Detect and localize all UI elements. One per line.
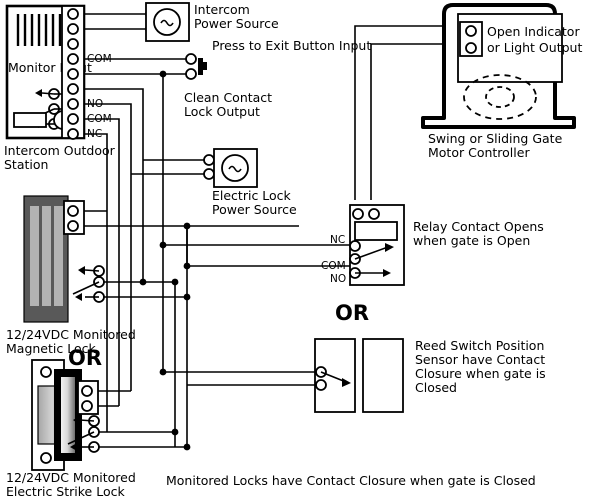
lock-power-caption-line2: Power Source xyxy=(212,202,297,217)
gate-output-label-line1: Open Indicator xyxy=(487,24,580,39)
electric-strike-lock-icon xyxy=(31,359,82,471)
electric-strike-lock[interactable]: 12/24VDC Monitored Electric Strike Lock xyxy=(6,359,136,499)
reed-caption-line2: Sensor have Contact xyxy=(415,352,545,367)
magnetic-lock[interactable]: 12/24VDC Monitored Magnetic Lock xyxy=(6,195,136,356)
press-to-exit-label: Press to Exit Button Input xyxy=(212,38,371,53)
electric-lock-power-source: Electric Lock Power Source xyxy=(203,148,297,217)
or-label-center: OR xyxy=(335,301,369,325)
clean-contact-line1: Clean Contact xyxy=(184,90,272,105)
nameplate-icon xyxy=(13,112,47,128)
reed-caption-line4: Closed xyxy=(415,380,457,395)
intercom-caption-line1: Intercom Outdoor xyxy=(4,143,116,158)
clean-contact-line2: Lock Output xyxy=(184,104,260,119)
magnetic-lock-icon xyxy=(23,195,69,323)
terminal-label-no: NO xyxy=(87,98,103,110)
strike-caption-line1: 12/24VDC Monitored xyxy=(6,470,136,485)
relay-module[interactable]: NC COM NO Relay Contact Opens when gate … xyxy=(321,204,544,286)
lock-power-caption-line1: Electric Lock xyxy=(212,188,292,203)
maglock-caption-line1: 12/24VDC Monitored xyxy=(6,327,136,342)
reed-switch-sensor[interactable]: Reed Switch Position Sensor have Contact… xyxy=(314,338,546,413)
clean-contact-lock-output-label: Clean Contact Lock Output xyxy=(184,90,272,119)
relay-terminal-label-com: COM xyxy=(321,260,346,272)
gate-motor-controller[interactable]: Open Indicator or Light Output Swing or … xyxy=(421,3,582,160)
gate-controller-caption-line2: Motor Controller xyxy=(428,145,530,160)
footer-note: Monitored Locks have Contact Closure whe… xyxy=(166,473,536,488)
relay-terminal-label-nc: NC xyxy=(330,234,345,246)
push-button-icon[interactable] xyxy=(198,58,207,75)
wiring-diagram: Monitor Input COM NO COM NC Intercom Out… xyxy=(0,0,596,500)
maglock-monitor-contact-icon xyxy=(72,265,105,303)
reed-caption-line3: Closure when gate is xyxy=(415,366,546,381)
relay-caption-line2: when gate is Open xyxy=(413,233,530,248)
gate-controller-caption-line1: Swing or Sliding Gate xyxy=(428,131,563,146)
gate-output-label-line2: or Light Output xyxy=(487,40,582,55)
intercom-terminal-strip[interactable] xyxy=(61,5,85,140)
intercom-power-caption-line2: Power Source xyxy=(194,16,279,31)
terminal-label-nc: NC xyxy=(87,128,102,140)
intercom-power-source: Intercom Power Source xyxy=(145,2,279,42)
strike-caption-line2: Electric Strike Lock xyxy=(6,484,125,499)
terminal-label-com-2: COM xyxy=(87,113,112,125)
press-to-exit-button[interactable]: Press to Exit Button Input xyxy=(185,38,371,80)
intercom-caption-line2: Station xyxy=(4,157,48,172)
relay-caption-line1: Relay Contact Opens xyxy=(413,219,544,234)
maglock-caption-line2: Magnetic Lock xyxy=(6,341,96,356)
terminal-label-com-1: COM xyxy=(87,53,112,65)
reed-magnet-icon xyxy=(362,338,404,413)
relay-terminal-label-no: NO xyxy=(330,273,346,285)
intercom-power-caption-line1: Intercom xyxy=(194,2,250,17)
reed-caption-line1: Reed Switch Position xyxy=(415,338,544,353)
